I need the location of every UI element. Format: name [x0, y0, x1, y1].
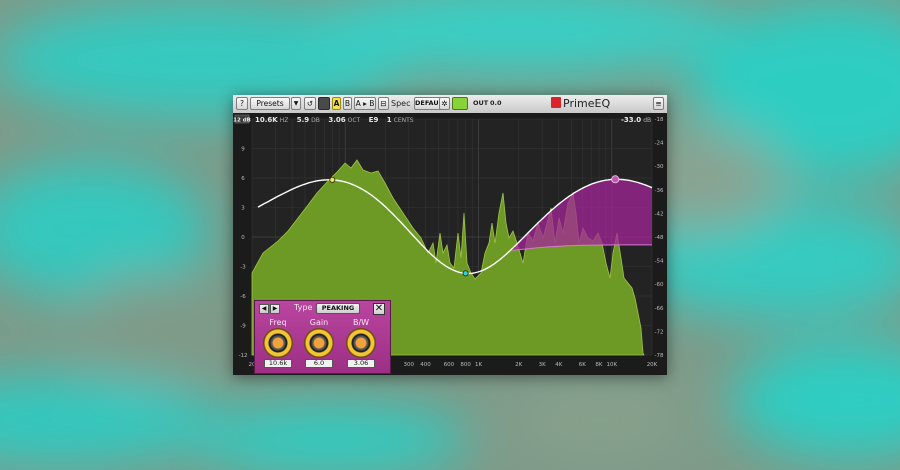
type-label: Type [294, 303, 313, 312]
range-label: 12 dB [233, 118, 251, 124]
freq-knob[interactable] [263, 328, 293, 358]
readout-note: E9 [368, 116, 379, 124]
presets-button[interactable]: Presets [250, 97, 290, 110]
eq-graph[interactable]: 129630-3-6-9-12 -18-24-30-36-42-48-54-60… [233, 113, 667, 375]
redo-button[interactable] [318, 97, 330, 110]
left-scale-label: 6 [241, 176, 245, 182]
right-scale-label: -60 [655, 282, 664, 288]
gear-icon: ✲ [441, 99, 448, 108]
bw-label: B/W [352, 318, 370, 327]
freq-label: 10K [607, 362, 618, 368]
out-value[interactable]: 0.0 [490, 97, 502, 110]
readout-bar: 10.6K HZ 5.9 DB 3.06 OCT E9 1 CENTS [255, 116, 414, 124]
right-scale-label: -30 [655, 164, 664, 170]
filter-type-select[interactable]: PEAKING [316, 303, 360, 314]
readout-cents: 1 [386, 116, 392, 124]
freq-label: 800 [460, 362, 471, 368]
prev-band-button[interactable]: ◀ [259, 304, 269, 314]
spec-label: Spec [391, 99, 411, 108]
left-scale-label: 9 [241, 147, 245, 153]
ab-copy-button[interactable]: A ▸ B [354, 97, 376, 110]
close-x-icon: ✕ [374, 303, 384, 314]
left-scale-label: -6 [240, 294, 246, 300]
left-scale-label: -9 [240, 324, 246, 330]
left-scale-label: 0 [241, 235, 245, 241]
gain-knob[interactable] [304, 328, 334, 358]
gain-label: Gain [309, 318, 329, 327]
freq-label: 300 [404, 362, 415, 368]
right-scale-label: -24 [655, 141, 664, 147]
right-scale-label: -18 [655, 117, 664, 123]
right-scale-label: -66 [655, 306, 664, 312]
undo-icon: ↺ [306, 99, 314, 108]
save-button[interactable]: ⊟ [378, 97, 389, 110]
gear-button[interactable]: ✲ [439, 97, 450, 110]
out-label: OUT [473, 99, 489, 107]
right-scale-label: -48 [655, 235, 664, 241]
save-icon: ⊟ [380, 99, 387, 108]
freq-label: 400 [420, 362, 431, 368]
freq-value[interactable]: 10.6k [264, 359, 292, 368]
right-scale-label: -54 [655, 259, 664, 265]
right-scale-label: -78 [655, 353, 664, 359]
band-panel: ◀ ▶ Type PEAKING ✕ Freq 10.6k Gain 6.0 B… [254, 300, 391, 374]
logo-mark-icon [551, 97, 561, 108]
readout-level: -33.0 dB [621, 116, 652, 124]
gain-value[interactable]: 6.0 [305, 359, 333, 368]
freq-label: 600 [444, 362, 455, 368]
band-node[interactable] [329, 176, 336, 183]
freq-label: 1K [475, 362, 482, 368]
primeeq-logo: PrimeEQ [551, 96, 610, 111]
bw-value[interactable]: 3.06 [347, 359, 375, 368]
menu-button[interactable]: ≡ [653, 97, 664, 110]
band-node[interactable] [462, 270, 469, 277]
left-scale-label: 3 [241, 206, 245, 212]
band-node[interactable] [611, 175, 620, 184]
output-toggle[interactable] [452, 97, 468, 110]
readout-bw: 3.06 [328, 116, 346, 124]
right-scale-label: -72 [655, 329, 664, 335]
primeeq-plugin-window: ? Presets ▼ ↺ A B A ▸ B ⊟ Spec DEFAULT ✲… [233, 95, 667, 375]
triangle-down-icon: ▼ [293, 100, 299, 107]
hamburger-menu-icon: ≡ [655, 99, 662, 108]
right-scale-label: -36 [655, 188, 664, 194]
toolbar: ? Presets ▼ ↺ A B A ▸ B ⊟ Spec DEFAULT ✲… [233, 95, 667, 114]
close-panel-button[interactable]: ✕ [373, 303, 385, 315]
freq-label: 3K [539, 362, 546, 368]
freq-label: 8K [595, 362, 602, 368]
left-scale-label: -3 [240, 265, 246, 271]
freq-label: 20K [647, 362, 658, 368]
freq-label: 6K [579, 362, 586, 368]
presets-dropdown-button[interactable]: ▼ [291, 97, 301, 110]
left-scale-label: -12 [239, 353, 248, 359]
right-scale-label: -42 [655, 211, 664, 217]
readout-gain: 5.9 [296, 116, 310, 124]
freq-label: Freq [269, 318, 287, 327]
undo-button[interactable]: ↺ [304, 97, 316, 110]
brand-label: PrimeEQ [563, 97, 611, 110]
arrow-right-icon: ▶ [272, 305, 278, 312]
b-button[interactable]: B [343, 97, 352, 110]
bw-knob[interactable] [346, 328, 376, 358]
help-button[interactable]: ? [236, 97, 248, 110]
freq-label: 4K [555, 362, 562, 368]
readout-freq: 10.6K [255, 116, 278, 124]
a-button[interactable]: A [332, 97, 341, 110]
arrow-left-icon: ◀ [261, 305, 267, 312]
next-band-button[interactable]: ▶ [270, 304, 280, 314]
freq-label: 2K [515, 362, 522, 368]
